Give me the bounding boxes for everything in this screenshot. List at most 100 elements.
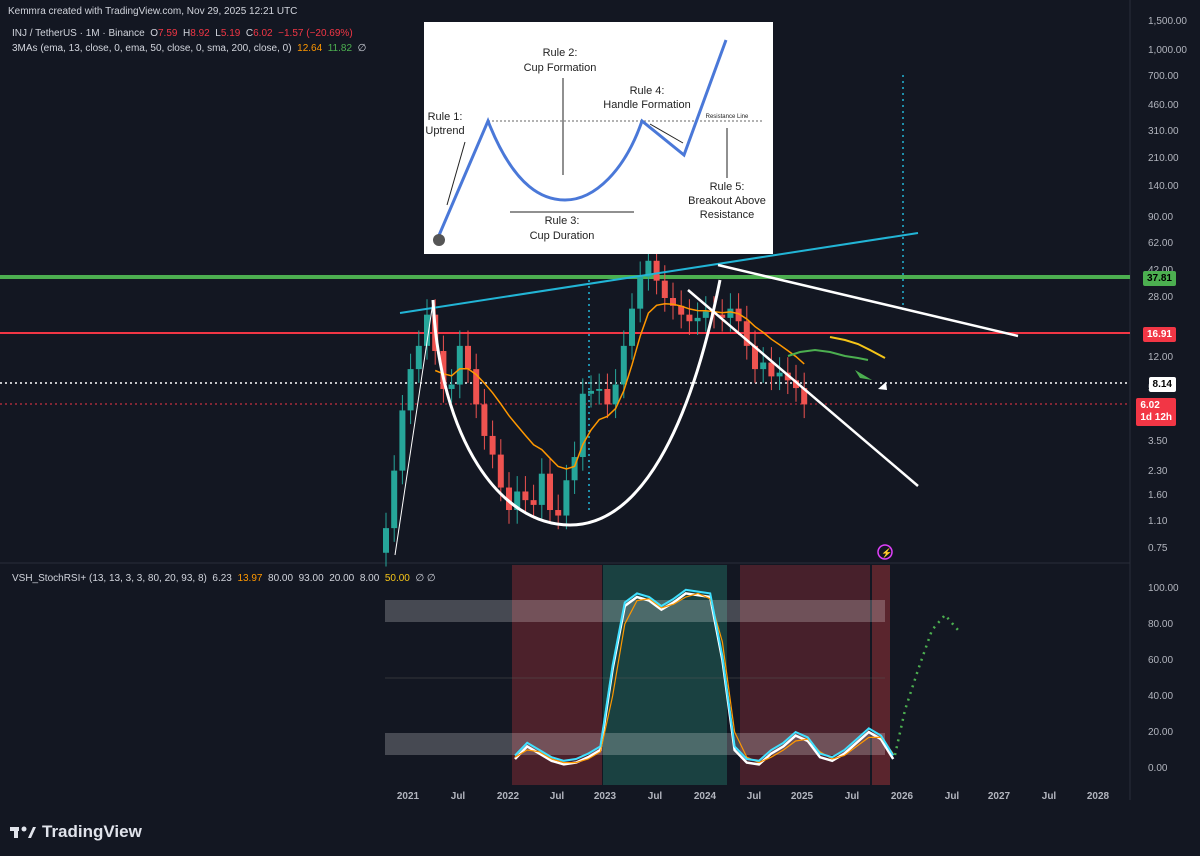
candle-body bbox=[456, 345, 463, 385]
inset-rule1-desc: Uptrend bbox=[425, 125, 464, 137]
time-tick-label: 2023 bbox=[594, 791, 617, 802]
price-tick-label: 90.00 bbox=[1148, 212, 1173, 223]
stoch-v6: 8.00 bbox=[359, 573, 380, 584]
candle-body bbox=[604, 388, 611, 405]
inset-rule3: Rule 3: bbox=[545, 215, 580, 227]
inset-lens-icon bbox=[433, 234, 445, 246]
time-tick-label: 2027 bbox=[988, 791, 1011, 802]
lightning-glyph: ⚡ bbox=[881, 547, 892, 559]
stoch-v2: 13.97 bbox=[237, 573, 263, 584]
candle-body bbox=[596, 388, 603, 391]
main-chart-svg[interactable]: 1,500.00 1,000.00 700.00 460.00 310.00 210.00… bbox=[0, 0, 1200, 856]
time-axis: 2021 Jul 2022 Jul 2023 Jul 2024 Jul 2025 Jul 2026 J… bbox=[397, 791, 1110, 802]
inset-rule5: Rule 5: bbox=[710, 181, 745, 193]
candle-body bbox=[727, 308, 734, 318]
price-tick-label: 3.50 bbox=[1148, 436, 1168, 447]
time-tick-label: 2025 bbox=[791, 791, 814, 802]
stoch-v3: 80.00 bbox=[268, 573, 294, 584]
stoch-legend[interactable]: VSH_StochRSI+ (13, 13, 3, 3, 80, 20, 93,… bbox=[12, 573, 436, 584]
candle-body bbox=[702, 311, 709, 318]
inset-rule5-desc: Breakout Above bbox=[688, 195, 766, 207]
stoch-axis: 100.00 80.00 60.00 40.00 20.00 0.00 bbox=[1148, 583, 1179, 774]
candle-body bbox=[481, 404, 488, 436]
candle-body bbox=[653, 260, 660, 281]
time-tick-label: Jul bbox=[945, 791, 960, 802]
time-tick-label: 2026 bbox=[891, 791, 914, 802]
price-tick-label: 0.75 bbox=[1148, 543, 1168, 554]
stoch-label: VSH_StochRSI+ (13, 13, 3, 3, 80, 20, 93,… bbox=[12, 573, 207, 584]
candle-body bbox=[588, 390, 594, 394]
time-tick-label: Jul bbox=[747, 791, 762, 802]
candle-body bbox=[629, 308, 635, 346]
candle-body bbox=[620, 345, 627, 385]
footer-brand: TradingView bbox=[42, 822, 142, 841]
price-tick-label: 62.00 bbox=[1148, 238, 1173, 249]
candle-body bbox=[530, 500, 537, 505]
inset-rule4: Rule 4: bbox=[630, 85, 665, 97]
candle-body bbox=[547, 473, 553, 511]
stoch-tick-label: 40.00 bbox=[1148, 691, 1173, 702]
candle-body bbox=[555, 510, 562, 516]
candle-body bbox=[383, 528, 389, 553]
current-price-tag: 6.02 1d 12h bbox=[1136, 398, 1176, 426]
sma-line bbox=[787, 348, 869, 361]
time-tick-label: Jul bbox=[648, 791, 663, 802]
candle-body bbox=[579, 393, 586, 458]
price-tick-label: 2.30 bbox=[1148, 466, 1168, 477]
last-price-tag: 8.14 bbox=[1148, 377, 1176, 392]
stoch-v5: 20.00 bbox=[329, 573, 355, 584]
stoch-v8: ∅ ∅ bbox=[415, 573, 436, 584]
cup-handle-inset: Rule 1: Uptrend Rule 2: Cup Formation Ru… bbox=[424, 22, 773, 254]
candle-body bbox=[538, 473, 545, 505]
candle-body bbox=[465, 345, 471, 370]
tv-logo-icon bbox=[10, 826, 36, 838]
price-tick-label: 28.00 bbox=[1148, 292, 1173, 303]
candle-body bbox=[489, 435, 496, 455]
stoch-v1: 6.23 bbox=[212, 573, 232, 584]
tradingview-logo[interactable]: TradingView bbox=[10, 822, 142, 842]
inset-rule2-desc: Cup Formation bbox=[524, 62, 597, 74]
current-price-value: 6.02 bbox=[1140, 400, 1160, 411]
inset-rule2: Rule 2: bbox=[543, 47, 578, 59]
time-tick-label: 2022 bbox=[497, 791, 520, 802]
price-tick-label: 1.10 bbox=[1148, 516, 1168, 527]
candle-body bbox=[448, 384, 455, 389]
time-tick-label: Jul bbox=[550, 791, 565, 802]
stoch-v4: 93.00 bbox=[298, 573, 324, 584]
candle-body bbox=[776, 372, 783, 377]
stoch-tick-label: 60.00 bbox=[1148, 655, 1173, 666]
price-tick-label: 460.00 bbox=[1148, 100, 1179, 111]
price-tick-label: 210.00 bbox=[1148, 153, 1179, 164]
price-tick-label: 12.00 bbox=[1148, 352, 1173, 363]
time-tick-label: Jul bbox=[451, 791, 466, 802]
stoch-tick-label: 0.00 bbox=[1148, 763, 1168, 774]
candle-body bbox=[391, 470, 398, 529]
candles-group bbox=[383, 245, 808, 567]
price-tick-label: 1.60 bbox=[1148, 490, 1168, 501]
countdown-value: 1d 12h bbox=[1140, 412, 1172, 423]
white-arrow-marker bbox=[878, 382, 887, 390]
stoch-tick-label: 100.00 bbox=[1148, 583, 1179, 594]
candle-body bbox=[497, 454, 504, 488]
inset-rule3-desc: Cup Duration bbox=[530, 230, 595, 242]
candle-body bbox=[407, 369, 414, 411]
candle-body bbox=[760, 362, 767, 370]
price-tick-label: 700.00 bbox=[1148, 71, 1179, 82]
candle-body bbox=[415, 345, 422, 370]
candle-body bbox=[768, 362, 775, 377]
stoch-tick-label: 80.00 bbox=[1148, 619, 1173, 630]
green-arrow-marker bbox=[855, 370, 872, 380]
price-tick-label: 1,500.00 bbox=[1148, 16, 1187, 27]
candle-body bbox=[612, 384, 619, 405]
candle-body bbox=[563, 480, 570, 516]
candle-body bbox=[399, 410, 406, 471]
candle-body bbox=[637, 276, 644, 309]
inset-rule4-desc: Handle Formation bbox=[603, 99, 690, 111]
stoch-tick-label: 20.00 bbox=[1148, 727, 1173, 738]
time-tick-label: Jul bbox=[1042, 791, 1057, 802]
green-level-tag: 37.81 bbox=[1142, 271, 1176, 286]
stoch-v7: 50.00 bbox=[384, 573, 410, 584]
candle-body bbox=[686, 314, 693, 322]
time-tick-label: 2024 bbox=[694, 791, 717, 802]
candle-body bbox=[694, 317, 701, 322]
